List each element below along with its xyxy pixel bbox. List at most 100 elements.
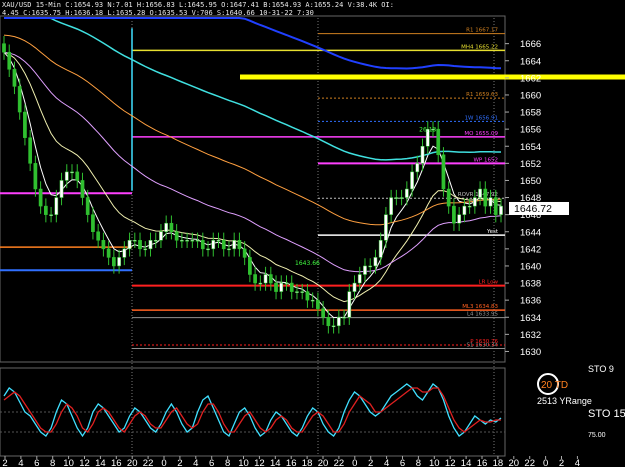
candle-body — [169, 222, 174, 232]
price-level-label: MH4 1665.22 — [461, 44, 498, 50]
price-tick-label: 1654 — [520, 142, 541, 153]
price-tick-label: 1636 — [520, 296, 541, 307]
price-tick-label: 1630 — [520, 347, 541, 358]
time-tick-label: 4 — [384, 458, 389, 467]
time-tick-label: 20 — [318, 458, 329, 467]
candle-body — [483, 188, 488, 207]
price-level-label: ML3 1634.83 — [462, 304, 498, 310]
candle-body — [174, 231, 179, 241]
time-tick-label: 12 — [79, 458, 90, 467]
candle-body — [49, 214, 53, 216]
price-tick-label: 1642 — [520, 244, 541, 255]
candle-body — [384, 214, 388, 241]
candle-body — [420, 146, 425, 164]
candle-body — [211, 240, 216, 250]
time-tick-label: 12 — [254, 458, 265, 467]
time-tick-label: 18 — [493, 458, 504, 467]
td-label: 20 TD — [541, 380, 568, 391]
candle-body — [138, 240, 142, 250]
candle-body — [300, 291, 305, 293]
candle-body — [284, 282, 289, 285]
candle-body — [493, 197, 498, 215]
candle-body — [85, 197, 90, 215]
candle-body — [472, 197, 477, 207]
candle-body — [64, 171, 69, 181]
price-tick-label: 1666 — [520, 39, 541, 50]
time-tick-label: 10 — [63, 458, 74, 467]
candle-body — [373, 257, 378, 267]
candle-body — [127, 240, 132, 250]
candle-body — [279, 282, 284, 292]
time-tick-label: 4 — [575, 458, 580, 467]
candle-body — [200, 240, 205, 250]
candle-body — [17, 86, 22, 113]
stoch-axis-label: STO 15 — [588, 408, 625, 420]
price-level-label: R1 1667.17 — [466, 28, 498, 34]
time-tick-label: 18 — [302, 458, 313, 467]
candle-body — [242, 248, 247, 258]
candle-body — [227, 248, 231, 251]
candle-body — [295, 291, 299, 293]
candle-body — [28, 137, 33, 164]
candle-body — [321, 308, 325, 318]
candle-body — [148, 240, 153, 250]
price-tick-label: 1632 — [520, 330, 541, 341]
yrange-label: 2513 YRange — [537, 396, 592, 406]
price-level-label: P 1630.76 — [470, 339, 498, 345]
candle-body — [153, 240, 158, 242]
candle-body — [347, 291, 352, 318]
time-tick-label: 12 — [445, 458, 456, 467]
candle-body — [378, 240, 383, 258]
price-tick-label: 1634 — [520, 313, 541, 324]
candle-body — [258, 282, 263, 285]
last-price-label: 1646.72 — [514, 203, 552, 215]
time-tick-label: 2 — [368, 458, 373, 467]
time-tick-label: 2 — [177, 458, 182, 467]
candle-body — [248, 257, 252, 275]
candle-body — [180, 240, 184, 242]
candle-body — [23, 111, 27, 138]
time-tick-label: 14 — [270, 458, 281, 467]
candle-body — [289, 282, 294, 292]
price-tick-label: 1652 — [520, 159, 541, 170]
candle-body — [274, 282, 278, 292]
candle-body — [206, 248, 210, 251]
candle-body — [132, 240, 137, 242]
time-tick-label: 20 — [509, 458, 520, 467]
candle-body — [389, 197, 393, 215]
candle-body — [38, 188, 43, 207]
candle-body — [452, 205, 456, 224]
candle-body — [221, 240, 226, 250]
candle-body — [12, 69, 17, 87]
time-tick-label: 10 — [429, 458, 440, 467]
candle-body — [70, 171, 74, 174]
time-tick-label: 2 — [2, 458, 7, 467]
candle-body — [112, 257, 116, 267]
price-level-label: R1 1659.63 — [466, 92, 498, 98]
price-level-label: 1W 1656.91 — [465, 115, 498, 121]
candle-body — [357, 274, 362, 284]
price-level-label: Yest — [486, 229, 499, 235]
price-level-label: L4 1633.95 — [467, 312, 499, 318]
price-tick-label: 1660 — [520, 90, 541, 101]
candle-body — [195, 240, 200, 242]
candle-body — [336, 317, 341, 327]
time-tick-label: 8 — [416, 458, 421, 467]
stochastic-panel — [0, 383, 505, 438]
candle-body — [488, 197, 493, 207]
header-line-1: XAU/USD 15-Min C:1654.93 N:7.01 H:1656.8… — [2, 1, 394, 9]
candle-body — [216, 240, 221, 242]
time-tick-label: 4 — [18, 458, 23, 467]
time-tick-label: 14 — [95, 458, 106, 467]
candle-body — [237, 240, 242, 250]
moving-averages — [3, 17, 502, 319]
candle-body — [342, 317, 346, 319]
candle-body — [159, 231, 163, 241]
candle-body — [404, 188, 409, 198]
moving-average-5 — [4, 17, 502, 70]
time-tick-label: 16 — [477, 458, 488, 467]
time-tick-label: 16 — [286, 458, 297, 467]
price-tick-label: 1664 — [520, 56, 541, 67]
candle-body — [499, 205, 503, 215]
header-line-2: 4.45 C:1635.75 H:1636.18 L:1635.28 O:163… — [2, 9, 314, 17]
